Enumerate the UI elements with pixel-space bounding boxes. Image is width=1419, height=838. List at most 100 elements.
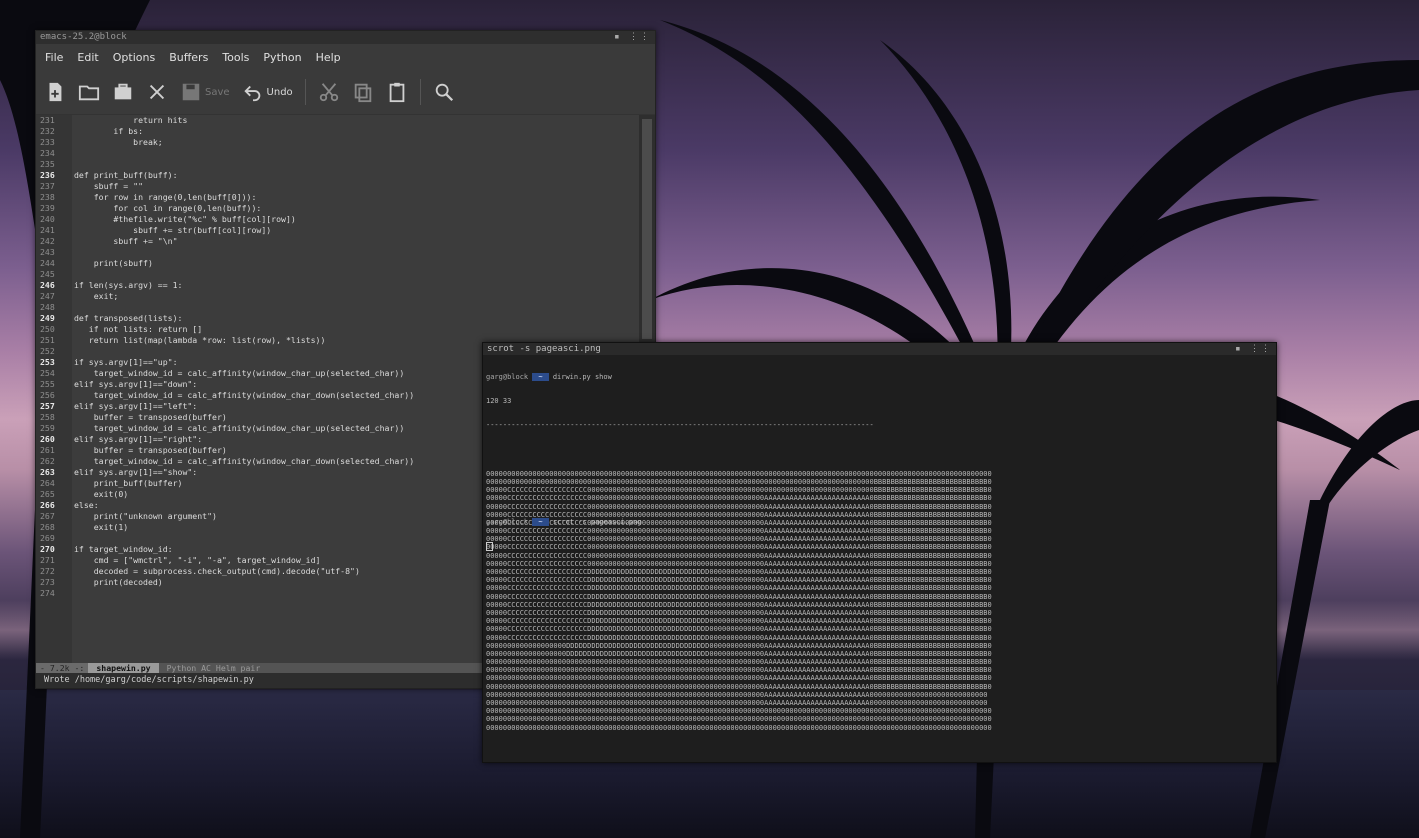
- line-number: 238: [40, 192, 55, 202]
- code-line: sbuff = "": [74, 181, 144, 191]
- grid-row: 0000000000000000000000000000000000000000…: [486, 666, 992, 675]
- grid-row: 00000CCCCCCCCCCCCCCCCCCCDDDDDDDDDDDDDDDD…: [486, 617, 992, 626]
- line-number: 260: [40, 434, 55, 444]
- briefcase-icon: [114, 83, 132, 100]
- prompt-user: garg@block: [486, 373, 529, 381]
- line-number: 268: [40, 522, 55, 532]
- line-number: 234: [40, 148, 55, 158]
- search-button[interactable]: [433, 81, 455, 103]
- line-number: 245: [40, 269, 55, 279]
- code-line: print(sbuff): [74, 258, 153, 268]
- code-line: break;: [74, 137, 163, 147]
- save-button[interactable]: Save: [180, 81, 230, 103]
- grid-row: 0000000000000000000DDDDDDDDDDDDDDDDDDDDD…: [486, 649, 992, 658]
- new-file-button[interactable]: [44, 81, 66, 103]
- line-number: 242: [40, 236, 55, 246]
- grid-row: 00000CCCCCCCCCCCCCCCCCCCDDDDDDDDDDDDDDDD…: [486, 584, 992, 593]
- terminal-titlebar[interactable]: scrot -s pageasci.png ▪ ⋮⋮: [483, 343, 1276, 355]
- line-number: 231: [40, 115, 55, 125]
- menu-tools[interactable]: Tools: [215, 51, 256, 64]
- prompt-dir: ~: [532, 373, 549, 381]
- toolbar-separator: [419, 79, 421, 105]
- line-number: 257: [40, 401, 55, 411]
- window-controls[interactable]: ▪ ⋮⋮: [1235, 343, 1272, 355]
- terminal-cursor: [486, 542, 493, 552]
- window-controls[interactable]: ▪ ⋮⋮: [614, 31, 651, 44]
- window-title: scrot -s pageasci.png: [487, 344, 601, 354]
- grid-row: 00000CCCCCCCCCCCCCCCCCCCDDDDDDDDDDDDDDDD…: [486, 568, 992, 576]
- line-number: 252: [40, 346, 55, 356]
- line-number: 273: [40, 577, 55, 587]
- line-number: 253: [40, 357, 55, 367]
- menu-help[interactable]: Help: [309, 51, 348, 64]
- grid-row: 0000000000000000000DDDDDDDDDDDDDDDDDDDDD…: [486, 641, 992, 650]
- code-line: if len(sys.argv) == 1:: [74, 280, 183, 290]
- code-line: return hits: [74, 115, 188, 125]
- line-number: 240: [40, 214, 55, 224]
- prompt-dir: ~: [532, 518, 549, 527]
- clipboard-icon: [389, 82, 405, 103]
- menu-file[interactable]: File: [38, 51, 70, 64]
- line-number: 237: [40, 181, 55, 191]
- menu-buffers[interactable]: Buffers: [162, 51, 215, 64]
- line-number: 255: [40, 379, 55, 389]
- code-line: for col in range(0,len(buff)):: [74, 203, 262, 213]
- terminal-output[interactable]: garg@block ~ dirwin.py show 120 33 -----…: [483, 355, 1276, 757]
- grid-row: 00000CCCCCCCCCCCCCCCCCCCDDDDDDDDDDDDDDDD…: [486, 600, 992, 609]
- menu-python[interactable]: Python: [256, 51, 308, 64]
- line-number: 263: [40, 467, 55, 477]
- line-number: 269: [40, 533, 55, 543]
- window-title: emacs-25.2@block: [40, 32, 127, 42]
- close-icon: [149, 84, 165, 100]
- code-line: sbuff += str(buff[col][row]): [74, 225, 272, 235]
- line-number: 250: [40, 324, 55, 334]
- code-line: #thefile.write("%c" % buff[col][row]): [74, 214, 296, 224]
- save-icon: [182, 83, 200, 101]
- modeline-modes[interactable]: Python AC Helm pair: [159, 663, 269, 673]
- terminal-window[interactable]: scrot -s pageasci.png ▪ ⋮⋮ garg@block ~ …: [482, 342, 1277, 763]
- line-number: 264: [40, 478, 55, 488]
- code-line: if not lists: return []: [74, 324, 203, 334]
- grid-row: 00000CCCCCCCCCCCCCCCCCCC0000000000000000…: [486, 559, 992, 568]
- grid-row: 0000000000000000000000000000000000000000…: [486, 723, 992, 732]
- dired-button[interactable]: [112, 81, 134, 103]
- grid-row: 0000000000000000000000000000000000000000…: [486, 477, 992, 486]
- open-folder-button[interactable]: [78, 81, 100, 103]
- line-number-gutter: 231 232 233 234 235 236 237 238 239 240 241 242 243 2…: [36, 115, 72, 663]
- line-number: 254: [40, 368, 55, 378]
- cut-button[interactable]: [318, 81, 340, 103]
- new-file-icon: [49, 82, 62, 102]
- grid-row: 00000CCCCCCCCCCCCCCCCCCCDDDDDDDDDDDDDDDD…: [486, 592, 992, 601]
- paste-button[interactable]: [386, 81, 408, 103]
- line-number: 266: [40, 500, 55, 510]
- line-number: 251: [40, 335, 55, 345]
- toolbar: Save Undo: [36, 70, 655, 115]
- modeline-buffer-name[interactable]: shapewin.py: [88, 663, 159, 673]
- emacs-titlebar[interactable]: emacs-25.2@block ▪ ⋮⋮: [36, 31, 655, 44]
- line-number: 236: [40, 170, 55, 180]
- line-number: 265: [40, 489, 55, 499]
- prompt-line: garg@block ~ dirwin.py show: [486, 373, 1274, 381]
- output-dims: 120 33: [486, 397, 512, 406]
- menu-options[interactable]: Options: [106, 51, 162, 64]
- modeline-size: - 7.2k -:: [36, 663, 89, 673]
- copy-button[interactable]: [352, 81, 374, 103]
- command-text: scrot -s pageasci.png: [552, 518, 642, 527]
- grid-row: 0000000000000000000000000000000000000000…: [486, 699, 988, 707]
- toolbar-separator: [304, 79, 306, 105]
- scroll-thumb[interactable]: [642, 119, 652, 339]
- menu-edit[interactable]: Edit: [70, 51, 105, 64]
- grid-row: 00000CCCCCCCCCCCCCCCCCCCDDDDDDDDDDDDDDDD…: [486, 633, 992, 642]
- search-icon: [435, 83, 453, 102]
- line-number: 243: [40, 247, 55, 257]
- grid-row: 0000000000000000000000000000000000000000…: [486, 469, 992, 478]
- line-number: 241: [40, 225, 55, 235]
- undo-button[interactable]: Undo: [242, 81, 293, 103]
- grid-row: 00000CCCCCCCCCCCCCCCCCCCDDDDDDDDDDDDDDDD…: [486, 625, 992, 634]
- close-buffer-button[interactable]: [146, 81, 168, 103]
